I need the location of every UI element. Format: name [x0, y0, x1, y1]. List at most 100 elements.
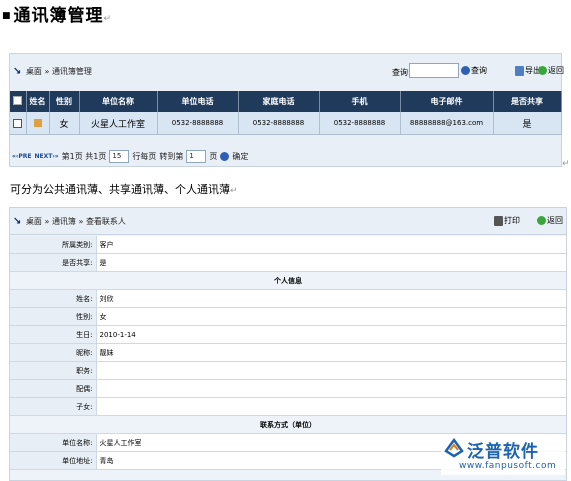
breadcrumb-address-book: 通讯簿管理: [51, 67, 92, 76]
contact-toolbar: ↘ 桌面 » 通讯簿 » 查看联系人 打印 返回: [10, 208, 566, 235]
breadcrumb-address-book[interactable]: 通讯簿: [52, 217, 76, 226]
field-label-company-name: 单位名称:: [10, 433, 97, 452]
description-paragraph: 可分为公共通讯薄、共享通讯薄、个人通讯薄↵: [10, 181, 238, 197]
back-icon: [538, 66, 547, 75]
field-label-nickname: 昵称:: [10, 343, 97, 362]
contacts-table: 姓名 性别 单位名称 单位电话 家庭电话 手机 电子邮件 是否共享 女 火星人工…: [10, 91, 562, 135]
document-title: ■ 通讯簿管理↵: [2, 1, 112, 26]
column-header-email: 电子邮件: [400, 91, 494, 112]
query-button-label: 查询: [471, 66, 487, 75]
field-label-name: 姓名:: [10, 289, 97, 308]
next-page-button[interactable]: NEXT›»: [34, 153, 58, 160]
paragraph-mark: ↵: [230, 186, 238, 196]
field-label-shared: 是否共享:: [10, 253, 97, 272]
paragraph-mark: ↵: [103, 14, 113, 24]
form-row-title: 职务:: [10, 361, 566, 380]
form-row-name: 姓名: 刘欣: [10, 289, 566, 308]
fanpusoft-logo: 泛普软件 www.fanpusoft.com: [441, 435, 565, 475]
form-row-shared: 是否共享: 是: [10, 253, 566, 272]
checkbox-icon: [13, 96, 23, 105]
export-icon: [515, 65, 524, 76]
goto-page-input[interactable]: 1: [186, 150, 207, 163]
field-value-gender: 女: [96, 307, 566, 326]
field-value-name: 刘欣: [96, 289, 566, 308]
column-header-gender: 性别: [49, 91, 80, 112]
form-row-category: 所属类别: 客户: [10, 236, 566, 254]
select-all-checkbox[interactable]: [10, 91, 27, 112]
table-row[interactable]: 女 火星人工作室 0532-8888888 0532-8888888 0532-…: [10, 112, 562, 135]
confirm-icon[interactable]: [220, 152, 230, 161]
logo-name: 泛普软件: [467, 442, 539, 462]
search-label: 查询:: [392, 68, 411, 77]
back-button-label: 返回: [547, 216, 563, 225]
field-label-birthday: 生日:: [10, 325, 97, 344]
row-gender: 女: [49, 112, 80, 135]
rows-per-page-input[interactable]: 15: [109, 150, 130, 163]
breadcrumb-separator: »: [44, 67, 50, 76]
breadcrumb-desktop[interactable]: 桌面: [26, 67, 42, 76]
back-button[interactable]: 返回: [537, 215, 563, 226]
field-label-company-address: 单位地址:: [10, 451, 97, 470]
section-title-contact-work: 联系方式（单位）: [10, 415, 566, 434]
breadcrumb-separator: »: [78, 217, 84, 226]
query-button[interactable]: 查询: [461, 65, 487, 76]
section-contact-work: 联系方式（单位）: [10, 415, 566, 434]
row-email: 88888888@163.com: [400, 112, 494, 135]
field-label-title: 职务:: [10, 361, 97, 380]
section-personal-info: 个人信息: [10, 271, 566, 290]
rows-per-page-label: 行每页: [132, 152, 157, 161]
search-input[interactable]: [409, 63, 459, 78]
goto-page-label: 转到第: [159, 152, 184, 161]
printer-icon: [494, 215, 503, 226]
form-row-birthday: 生日: 2010-1-14: [10, 325, 566, 344]
breadcrumb-view-contact: 查看联系人: [85, 217, 126, 226]
bullet-icon: ■: [2, 11, 12, 21]
column-header-mobile: 手机: [319, 91, 401, 112]
field-label-children: 子女:: [10, 397, 97, 416]
column-header-shared: 是否共享: [493, 91, 562, 112]
address-book-list-panel: ↘ 桌面 » 通讯簿管理 查询: 查询 导出 返回 姓名 性别 单位名称 单位电…: [9, 53, 564, 167]
breadcrumb-desktop[interactable]: 桌面: [26, 217, 42, 226]
table-header-row: 姓名 性别 单位名称 单位电话 家庭电话 手机 电子邮件 是否共享: [10, 91, 562, 112]
row-work-phone: 0532-8888888: [157, 112, 239, 135]
row-home-phone: 0532-8888888: [238, 112, 320, 135]
row-checkbox[interactable]: [10, 112, 27, 135]
breadcrumb: ↘ 桌面 » 通讯簿 » 查看联系人: [13, 216, 126, 227]
row-shared: 是: [493, 112, 562, 135]
form-row-gender: 性别: 女: [10, 307, 566, 326]
back-button-label: 返回: [548, 66, 564, 75]
row-company: 火星人工作室: [79, 112, 158, 135]
logo-url: www.fanpusoft.com: [459, 461, 557, 471]
pagination: «‹PRE NEXT›» 第1页 共1页 15 行每页 转到第 1 页 确定: [12, 150, 248, 163]
column-header-home-phone: 家庭电话: [238, 91, 320, 112]
search-icon: [461, 66, 470, 75]
back-icon: [537, 216, 546, 225]
confirm-button[interactable]: 确定: [232, 151, 248, 162]
description-text: 可分为公共通讯薄、共享通讯薄、个人通讯薄: [10, 183, 230, 196]
page-info: 第1页 共1页: [61, 152, 107, 161]
prev-page-button[interactable]: «‹PRE: [12, 153, 31, 160]
field-value-category: 客户: [96, 236, 566, 254]
field-value-birthday: 2010-1-14: [96, 325, 566, 344]
document-title-text: 通讯簿管理: [13, 6, 104, 26]
row-name-cell[interactable]: [26, 112, 50, 135]
form-row-spouse: 配偶:: [10, 379, 566, 398]
field-label-gender: 性别:: [10, 307, 97, 326]
paragraph-mark: ↵: [562, 159, 570, 169]
form-row-nickname: 昵称: 靓妹: [10, 343, 566, 362]
edit-icon[interactable]: [34, 119, 42, 127]
print-button[interactable]: 打印: [494, 215, 520, 226]
breadcrumb-separator: »: [44, 217, 50, 226]
field-value-children: [96, 397, 566, 416]
form-row-children: 子女:: [10, 397, 566, 416]
column-header-company: 单位名称: [79, 91, 158, 112]
logo-mark-icon: [444, 437, 464, 458]
field-value-shared: 是: [96, 253, 566, 272]
breadcrumb-arrow-icon: ↘: [13, 216, 22, 227]
breadcrumb: ↘ 桌面 » 通讯簿管理: [13, 66, 92, 77]
print-button-label: 打印: [504, 216, 520, 225]
back-button[interactable]: 返回: [538, 65, 564, 76]
field-label-spouse: 配偶:: [10, 379, 97, 398]
column-header-name: 姓名: [26, 91, 50, 112]
goto-page-unit: 页: [209, 152, 218, 161]
